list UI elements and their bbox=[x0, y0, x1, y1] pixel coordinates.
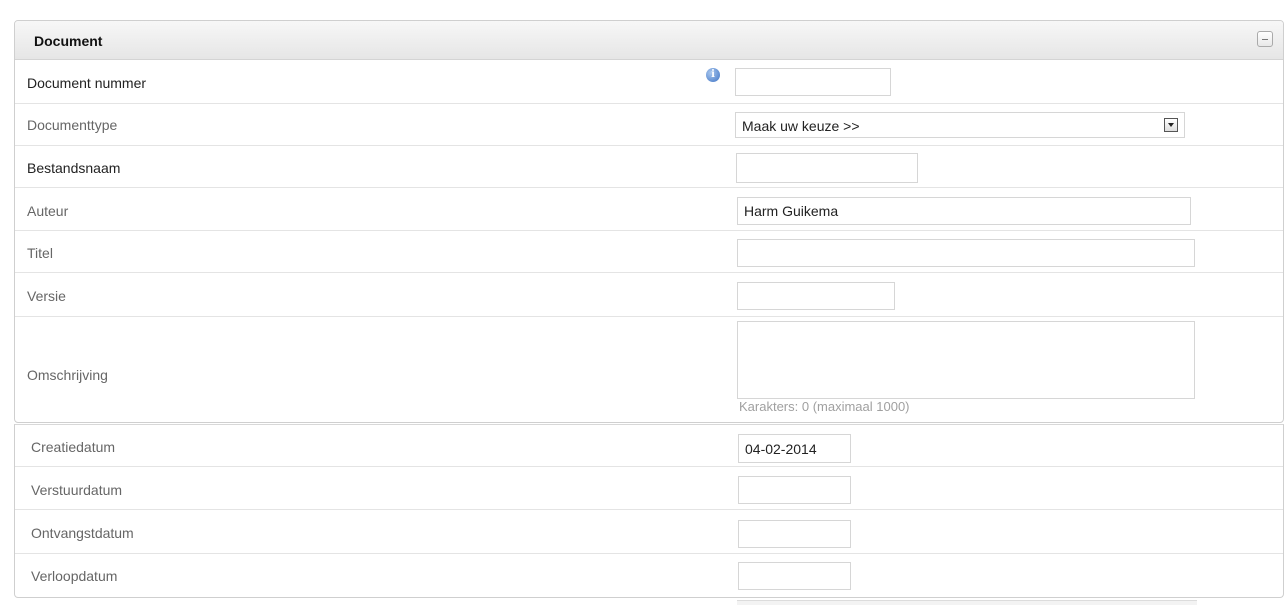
document-panel: Document Document nummer i Documenttype … bbox=[14, 20, 1284, 423]
creatiedatum-input[interactable] bbox=[738, 434, 851, 463]
dates-panel: Creatiedatum Verstuurdatum Ontvangstdatu… bbox=[14, 424, 1284, 598]
ontvangstdatum-input[interactable] bbox=[738, 520, 851, 548]
panel-title: Document bbox=[34, 33, 103, 49]
label-versie: Versie bbox=[27, 288, 66, 304]
row-document-nummer: Document nummer i bbox=[15, 60, 1283, 104]
chevron-down-icon[interactable] bbox=[1164, 118, 1178, 132]
row-titel: Titel bbox=[15, 231, 1283, 273]
next-field-edge bbox=[737, 600, 1197, 605]
row-versie: Versie bbox=[15, 273, 1283, 317]
label-auteur: Auteur bbox=[27, 203, 69, 219]
panel-header: Document bbox=[15, 21, 1283, 60]
verstuurdatum-input[interactable] bbox=[738, 476, 851, 504]
label-ontvangstdatum: Ontvangstdatum bbox=[31, 525, 134, 541]
collapse-icon[interactable] bbox=[1257, 31, 1273, 47]
label-bestandsnaam: Bestandsnaam bbox=[27, 160, 121, 176]
row-ontvangstdatum: Ontvangstdatum bbox=[15, 510, 1283, 554]
label-titel: Titel bbox=[27, 245, 53, 261]
row-auteur: Auteur bbox=[15, 188, 1283, 231]
bestandsnaam-input[interactable] bbox=[736, 153, 918, 183]
label-verloopdatum: Verloopdatum bbox=[31, 568, 118, 584]
row-verloopdatum: Verloopdatum bbox=[15, 554, 1283, 597]
row-creatiedatum: Creatiedatum bbox=[15, 425, 1283, 467]
label-omschrijving: Omschrijving bbox=[27, 367, 108, 383]
omschrijving-textarea[interactable] bbox=[737, 321, 1195, 399]
label-documenttype: Documenttype bbox=[27, 117, 118, 133]
row-omschrijving: Omschrijving Karakters: 0 (maximaal 1000… bbox=[15, 317, 1283, 422]
titel-input[interactable] bbox=[737, 239, 1195, 267]
row-documenttype: Documenttype Maak uw keuze >> bbox=[15, 104, 1283, 146]
row-verstuurdatum: Verstuurdatum bbox=[15, 467, 1283, 510]
document-nummer-input[interactable] bbox=[735, 68, 891, 96]
label-verstuurdatum: Verstuurdatum bbox=[31, 482, 123, 498]
documenttype-select[interactable]: Maak uw keuze >> bbox=[735, 112, 1185, 138]
label-document-nummer: Document nummer bbox=[27, 75, 147, 91]
versie-input[interactable] bbox=[737, 282, 895, 310]
auteur-input[interactable] bbox=[737, 197, 1191, 225]
page: Document Document nummer i Documenttype … bbox=[0, 0, 1287, 605]
verloopdatum-input[interactable] bbox=[738, 562, 851, 590]
row-bestandsnaam: Bestandsnaam bbox=[15, 146, 1283, 188]
omschrijving-character-count: Karakters: 0 (maximaal 1000) bbox=[739, 399, 910, 414]
info-icon[interactable]: i bbox=[706, 68, 720, 82]
documenttype-selected-value: Maak uw keuze >> bbox=[742, 118, 860, 134]
label-creatiedatum: Creatiedatum bbox=[31, 439, 116, 455]
